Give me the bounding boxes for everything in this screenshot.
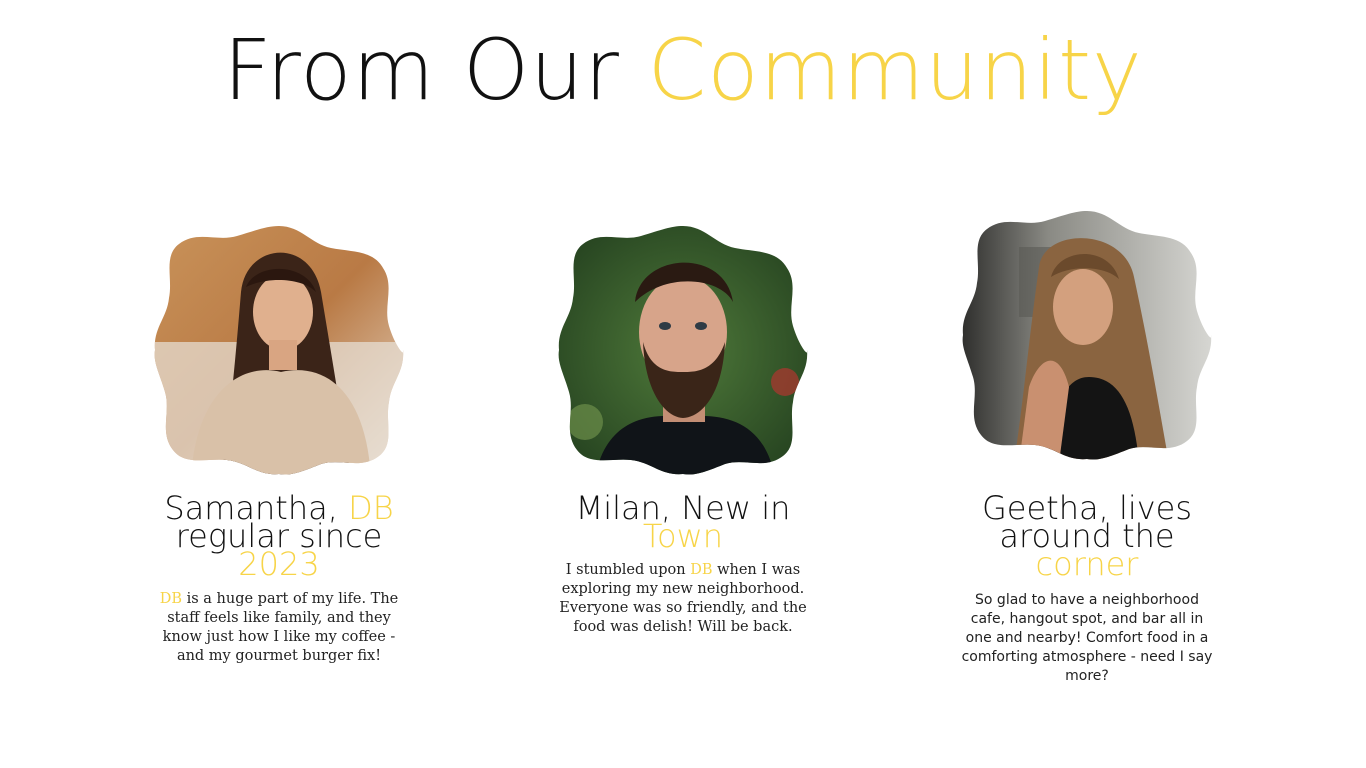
testimonial-quote-geetha: So glad to have a neighborhood cafe, han…: [957, 591, 1217, 686]
avatar-samantha: [151, 222, 407, 478]
section-title: From Our Community: [0, 22, 1366, 118]
avatar-milan-image: [558, 226, 808, 475]
name-accent-year: 2023: [238, 545, 320, 583]
testimonial-name-geetha: Geetha, lives around the corner: [937, 492, 1237, 580]
quote-text: So glad to have a neighborhood cafe, han…: [961, 592, 1213, 684]
section-title-accent: Community: [647, 21, 1143, 119]
quote-accent: DB: [690, 562, 713, 578]
avatar-samantha-image: [154, 226, 404, 475]
avatar-geetha: [959, 207, 1215, 463]
quote-accent: DB: [159, 591, 182, 607]
avatar-geetha-image: [962, 211, 1212, 460]
name-accent: corner: [1035, 545, 1139, 583]
quote-prefix: I stumbled upon: [565, 562, 691, 578]
avatar-milan: [555, 222, 811, 478]
testimonial-quote-samantha: DB is a huge part of my life. The staff …: [149, 590, 409, 666]
testimonial-name-samantha: Samantha, DB regular since 2023: [129, 492, 429, 580]
section-title-main: From Our: [223, 21, 648, 119]
testimonial-name-milan: Milan, New in Town: [533, 492, 833, 552]
name-accent: Town: [642, 517, 724, 555]
testimonial-quote-milan: I stumbled upon DB when I was exploring …: [553, 561, 813, 637]
quote-text: is a huge part of my life. The staff fee…: [162, 591, 399, 664]
